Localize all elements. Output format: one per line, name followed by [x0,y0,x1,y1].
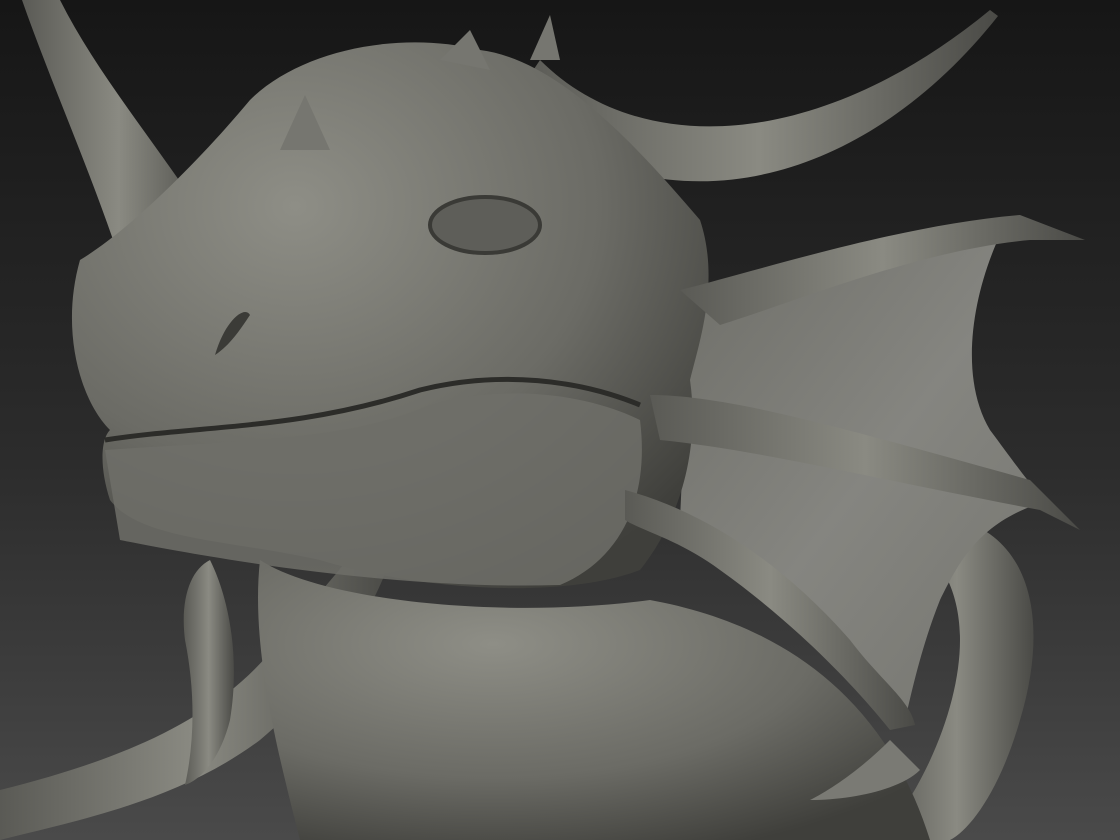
eye [428,195,542,255]
viewport-render [0,0,1120,840]
dragon-render [0,0,1120,840]
